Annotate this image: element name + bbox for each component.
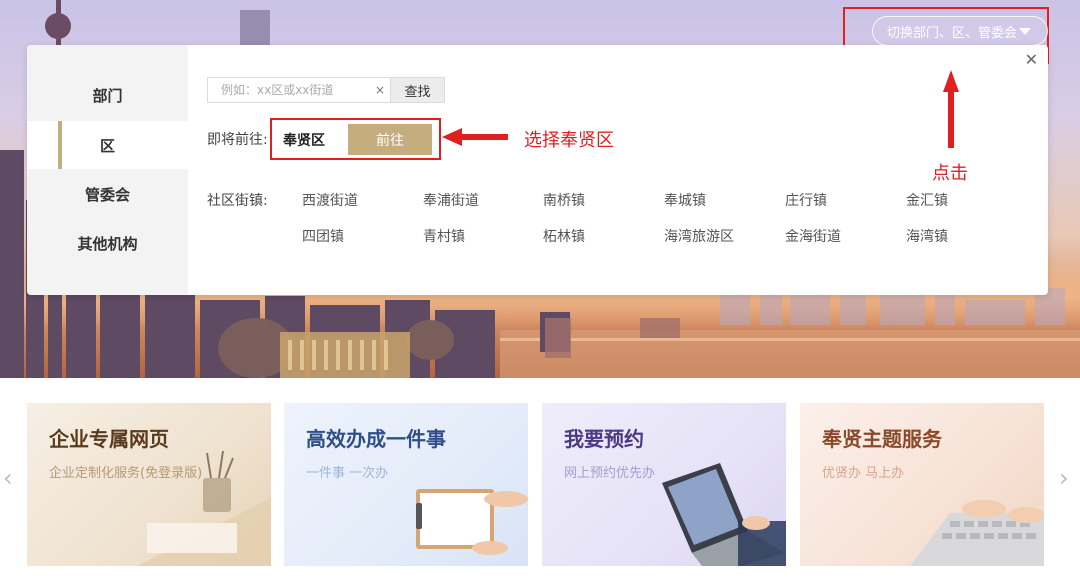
town-link[interactable]: 青村镇 xyxy=(423,226,465,246)
town-link[interactable]: 金汇镇 xyxy=(906,190,948,210)
search-input[interactable] xyxy=(208,78,368,102)
card-one-thing[interactable]: 高效办成一件事 一件事 一次办 xyxy=(284,403,528,566)
goto-label: 即将前往: xyxy=(207,132,268,148)
town-link[interactable]: 奉浦街道 xyxy=(423,190,479,210)
carousel-next-icon[interactable]: › xyxy=(1059,466,1069,490)
goto-highlight-box: 奉贤区 前往 xyxy=(270,118,441,160)
town-link[interactable]: 南桥镇 xyxy=(543,190,585,210)
card-fengxian-theme[interactable]: 奉贤主题服务 优贤办 马上办 xyxy=(800,403,1044,566)
caret-down-icon xyxy=(1019,28,1031,35)
search-box: × xyxy=(207,77,392,103)
card-appointment[interactable]: 我要预约 网上预约优先办 xyxy=(542,403,786,566)
sidebar-item-district[interactable]: 区 xyxy=(27,121,188,169)
town-link[interactable]: 海湾镇 xyxy=(906,226,948,246)
carousel-prev-icon[interactable]: ‹ xyxy=(3,466,13,490)
close-icon[interactable]: ✕ xyxy=(1025,52,1038,68)
search-button[interactable]: 查找 xyxy=(390,77,445,103)
card-subtitle: 企业定制化服务(免登录版) xyxy=(49,466,203,481)
card-title: 我要预约 xyxy=(564,427,644,451)
town-link[interactable]: 庄行镇 xyxy=(785,190,827,210)
card-subtitle: 优贤办 马上办 xyxy=(822,466,905,481)
sidebar-item-department[interactable]: 部门 xyxy=(27,71,188,119)
category-sidebar: 部门 区 管委会 其他机构 xyxy=(27,45,188,295)
clear-icon[interactable]: × xyxy=(375,83,385,97)
sidebar-item-other[interactable]: 其他机构 xyxy=(27,219,188,267)
card-title: 企业专属网页 xyxy=(49,427,169,451)
sidebar-item-label: 其他机构 xyxy=(77,234,138,253)
annotation-select-district: 选择奉贤区 xyxy=(524,130,614,151)
goto-button[interactable]: 前往 xyxy=(348,124,432,155)
town-link[interactable]: 海湾旅游区 xyxy=(664,226,734,246)
sidebar-item-committee[interactable]: 管委会 xyxy=(27,170,188,218)
community-label: 社区街镇: xyxy=(207,193,268,209)
town-link[interactable]: 柘林镇 xyxy=(543,226,585,246)
annotation-click: 点击 xyxy=(932,163,968,184)
town-link[interactable]: 西渡街道 xyxy=(302,190,358,210)
sidebar-item-label: 管委会 xyxy=(84,185,130,204)
sidebar-item-label: 部门 xyxy=(92,86,123,105)
card-enterprise-page[interactable]: 企业专属网页 企业定制化服务(免登录版) xyxy=(27,403,271,566)
switch-dept-dropdown[interactable]: 切换部门、区、管委会 xyxy=(872,16,1048,46)
switch-dept-label: 切换部门、区、管委会 xyxy=(887,25,1018,41)
card-subtitle: 网上预约优先办 xyxy=(564,466,656,481)
town-link[interactable]: 奉城镇 xyxy=(664,190,706,210)
card-title: 高效办成一件事 xyxy=(306,427,446,451)
card-subtitle: 一件事 一次办 xyxy=(306,466,389,481)
town-link[interactable]: 金海街道 xyxy=(785,226,841,246)
goto-target-name: 奉贤区 xyxy=(283,133,325,149)
town-link[interactable]: 四团镇 xyxy=(302,226,344,246)
card-title: 奉贤主题服务 xyxy=(822,427,942,451)
region-selector-panel: 部门 区 管委会 其他机构 ✕ × 查找 即将前往: 奉贤区 前往 社区街镇: … xyxy=(27,45,1048,295)
sidebar-item-label: 区 xyxy=(99,136,115,155)
